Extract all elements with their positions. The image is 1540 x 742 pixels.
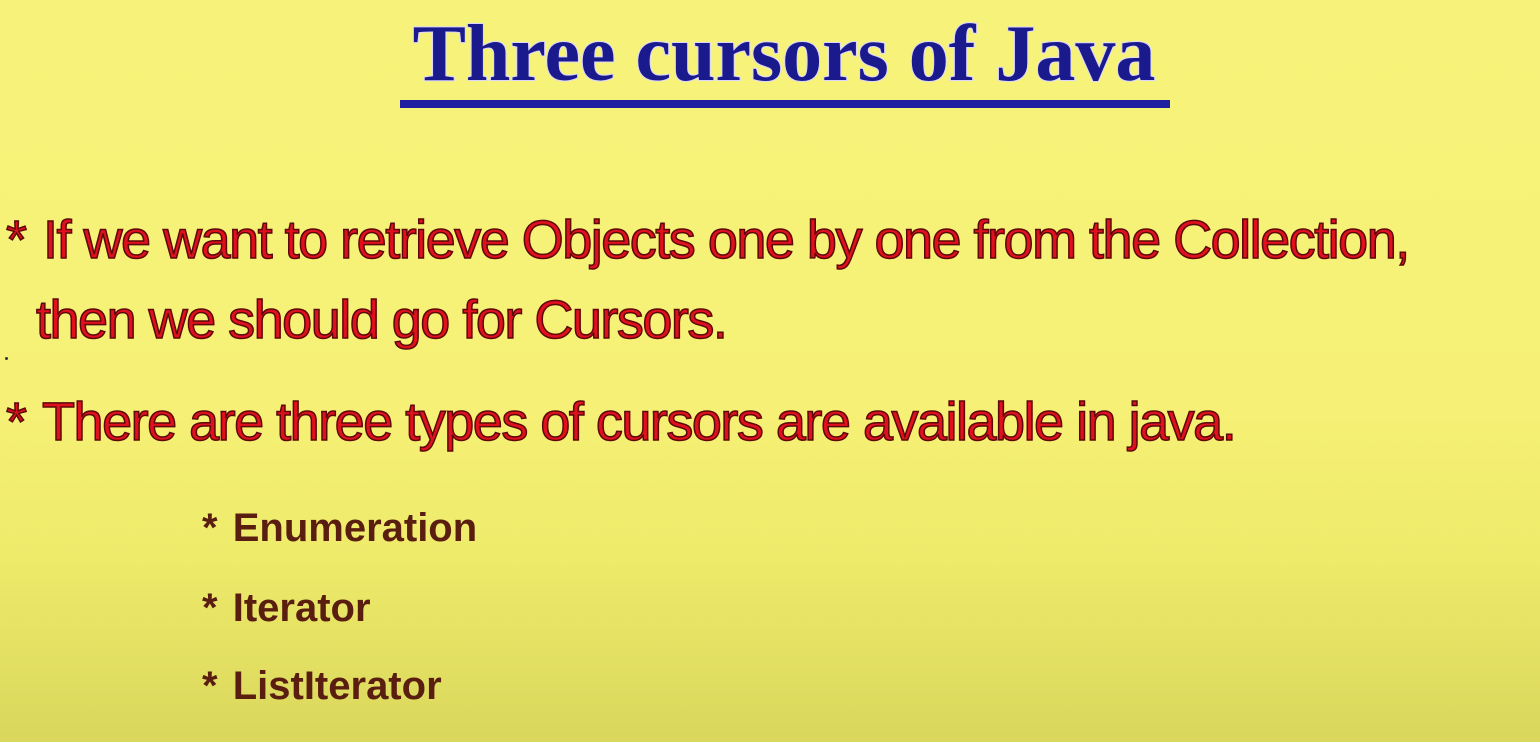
sub-item-star: * xyxy=(202,506,218,550)
bullet-2: * There are three types of cursors are a… xyxy=(5,390,1237,454)
sub-item-star: * xyxy=(202,586,218,630)
bullet-1-text: If we want to retrieve Objects one by on… xyxy=(42,209,1411,271)
slide: Three cursors of Java * If we want to re… xyxy=(0,0,1540,742)
sub-item-label: Iterator xyxy=(232,586,371,630)
sub-item-iterator: * Iterator xyxy=(202,584,371,632)
sub-item-label: Enumeration xyxy=(232,506,478,550)
bullet-star: * xyxy=(5,209,27,271)
bullet-1-continuation: then we should go for Cursors. xyxy=(35,289,728,351)
bullet-star: * xyxy=(5,391,27,453)
sub-item-star: * xyxy=(202,664,218,708)
bullet-2-text: There are three types of cursors are ava… xyxy=(41,391,1237,453)
title-underline xyxy=(400,100,1170,108)
sub-item-label: ListIterator xyxy=(232,664,442,708)
sub-item-listiterator: * ListIterator xyxy=(202,662,442,710)
slide-title: Three cursors of Java xyxy=(412,9,1157,99)
bullet-1: * If we want to retrieve Objects one by … xyxy=(5,208,1411,272)
sub-item-enumeration: * Enumeration xyxy=(202,504,477,552)
stray-dot xyxy=(5,357,8,360)
